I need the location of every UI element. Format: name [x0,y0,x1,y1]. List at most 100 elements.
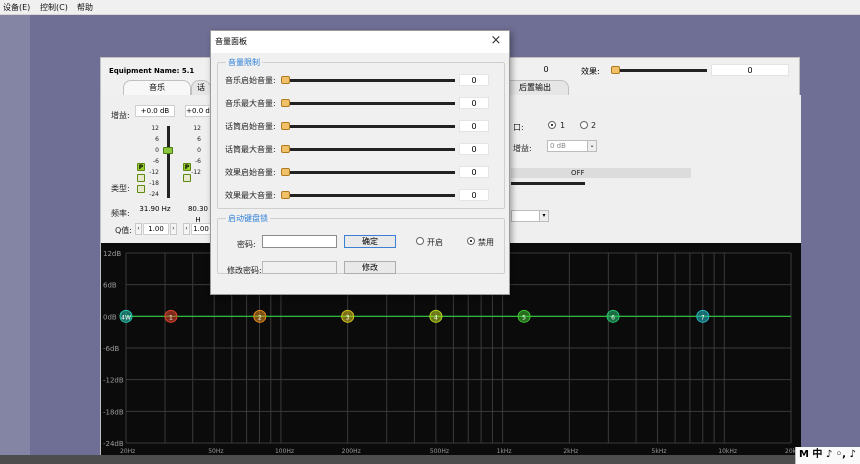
port-label: 口: [513,123,524,132]
volume-slider-thumb[interactable] [281,99,290,107]
menu-bar: 设备(E) 控制(C) 帮助 [0,0,860,15]
tick-minus-6: -6 [153,158,159,165]
right-gain-label: 增益: [513,144,532,153]
peq-type-icon[interactable]: P [137,163,145,171]
ime-toolbar[interactable]: M 中 ♪ ◦, ♪ [795,447,860,464]
lock-on-radio[interactable] [416,237,424,245]
q-value-2[interactable]: 1.00 [191,223,211,235]
x-axis-label: 1kHz [497,448,512,455]
menu-control[interactable]: 控制(C) [40,2,68,13]
volume-row-value: 0 [459,189,489,201]
peq-type-icon-2[interactable]: P [183,163,191,171]
volume-slider-thumb[interactable] [281,145,290,153]
tick-minus-18: -18 [149,180,159,187]
volume-row-label: 音乐最大音量: [225,99,276,108]
q-label: Q值: [115,226,132,235]
close-icon[interactable]: × [489,34,503,48]
eq-band-node-label: 7 [701,314,705,321]
freq-label: 频率: [111,209,130,218]
menu-help[interactable]: 帮助 [77,2,93,13]
q-decrease-button[interactable]: ‹ [135,223,142,235]
tick-minus-12: -12 [149,169,159,176]
change-password-label: 修改密码: [227,266,262,275]
lock-off-radio[interactable] [467,237,475,245]
chevron-down-icon: ⌄ [587,141,596,151]
q-value-1[interactable]: 1.00 [143,223,169,235]
volume-slider-track[interactable] [281,171,455,174]
x-axis-label: 20Hz [120,448,135,455]
port-radio-2-label: 2 [591,121,597,130]
off-bar [511,168,691,178]
volume-slider-thumb[interactable] [281,191,290,199]
tick2-minus-6: -6 [195,158,201,165]
x-axis-label: 500Hz [430,448,449,455]
y-axis-label: -6dB [103,345,119,353]
lock-on-label: 开启 [427,238,443,247]
menu-device[interactable]: 设备(E) [3,2,30,13]
confirm-button[interactable]: 确定 [344,235,396,248]
freq-value-2[interactable]: 80.30 H [185,204,211,224]
gain-value-1[interactable]: +0.0 dB [135,105,175,117]
band1-gain-slider[interactable] [167,126,170,198]
tick-12: 12 [151,125,159,132]
volume-slider-track[interactable] [281,79,455,82]
volume-slider-thumb[interactable] [281,168,290,176]
y-axis-label: -18dB [103,408,124,416]
x-axis-label: 200Hz [342,448,361,455]
volume-slider-track[interactable] [281,102,455,105]
volume-limit-title: 音量限制 [226,57,262,68]
y-axis-label: -12dB [103,377,124,385]
band1-gain-thumb[interactable] [163,147,173,154]
lowshelf-type-icon[interactable] [137,174,145,182]
x-axis-label: 50Hz [208,448,223,455]
keyboard-lock-title: 启动键盘锁 [226,213,270,224]
x-axis-label: 2kHz [563,448,578,455]
lowshelf-type-icon-2[interactable] [183,174,191,182]
password-label: 密码: [237,240,256,249]
tick-minus-24: -24 [149,191,159,198]
y-axis-label: 6dB [103,282,117,290]
volume-slider-thumb[interactable] [281,76,290,84]
tab-music[interactable]: 音乐 [123,80,191,95]
dialog-title: 音量面板 [211,31,509,53]
mode-dropdown[interactable]: ▾ [511,210,549,222]
freq-value-1[interactable]: 31.90 Hz [135,204,175,216]
chevron-down-icon: ▾ [539,211,548,221]
q2-decrease-button[interactable]: ‹ [183,223,190,235]
q-increase-button[interactable]: › [170,223,177,235]
y-axis-label: 0dB [103,313,117,321]
tab-mic[interactable]: 话 [191,80,211,95]
eq-band-node-label: 4 [434,314,438,321]
port-radio-2[interactable] [580,121,588,129]
volume-slider-track[interactable] [281,148,455,151]
volume-row-label: 效果启始音量: [225,168,276,177]
off-slider-track[interactable] [511,182,585,185]
gain-value-2[interactable]: +0.0 d [185,105,211,117]
tick2-12: 12 [193,125,201,132]
volume-slider-thumb[interactable] [281,122,290,130]
port-radio-1[interactable] [548,121,556,129]
volume-row-value: 0 [459,120,489,132]
tab-rear-output[interactable]: 后置输出 [501,80,569,95]
off-label: OFF [571,169,585,177]
gain-label: 增益: [111,111,130,120]
right-gain-dropdown[interactable]: 0 dB ⌄ [547,140,597,152]
change-password-input[interactable] [262,261,337,274]
eq-band-node-label: 4W [121,314,131,321]
volume-slider-track[interactable] [281,125,455,128]
volume-slider-track[interactable] [281,194,455,197]
x-axis-label: 10kHz [718,448,737,455]
highshelf-type-icon[interactable] [137,185,145,193]
effect-slider-track[interactable] [611,69,707,72]
volume-row-value: 0 [459,97,489,109]
eq-band-node-label: 2 [258,314,262,321]
change-button[interactable]: 修改 [344,261,396,274]
tick-0: 0 [155,147,159,154]
password-input[interactable] [262,235,337,248]
volume-row-value: 0 [459,143,489,155]
tick2-6: 6 [197,136,201,143]
taskbar [0,455,860,464]
volume-row-label: 话筒启始音量: [225,122,276,131]
effect-slider-thumb[interactable] [611,66,620,74]
equipment-name: Equipment Name: 5.1 [109,67,195,75]
